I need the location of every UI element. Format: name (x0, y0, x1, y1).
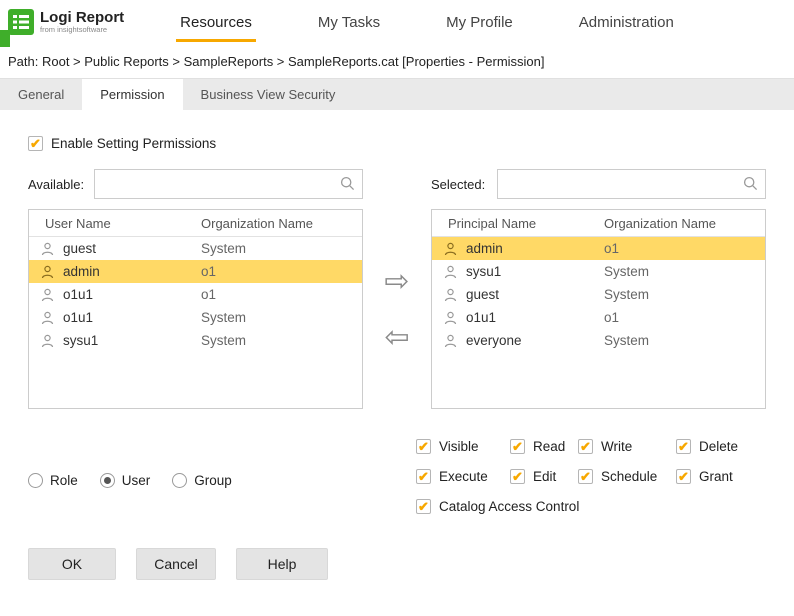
user-icon (444, 265, 460, 279)
radio-icon[interactable] (172, 473, 188, 488)
available-list-header: User Name Organization Name (29, 210, 362, 237)
help-button[interactable]: Help (236, 548, 328, 580)
transfer-arrows: ⇨ ⇦ (363, 267, 431, 409)
tab-business-view-security[interactable]: Business View Security (183, 79, 354, 110)
checkbox-icon[interactable] (578, 469, 593, 484)
principal-type-radio-group: Role User Group (28, 473, 232, 488)
user-icon (444, 334, 460, 348)
user-icon (41, 265, 57, 279)
user-icon (41, 311, 57, 325)
checkbox-grant[interactable]: Grant (676, 469, 766, 484)
list-item[interactable]: admin o1 (29, 260, 362, 283)
checkbox-schedule[interactable]: Schedule (578, 469, 676, 484)
list-item[interactable]: guest System (29, 237, 362, 260)
list-item[interactable]: sysu1 System (432, 260, 765, 283)
list-item[interactable]: o1u1 o1 (432, 306, 765, 329)
logo[interactable]: Logi Report from insightsoftware (8, 9, 124, 35)
search-icon (743, 176, 758, 191)
radio-role[interactable]: Role (28, 473, 78, 488)
checkbox-icon[interactable] (28, 136, 43, 151)
list-item[interactable]: admin o1 (432, 237, 765, 260)
cancel-button[interactable]: Cancel (136, 548, 216, 580)
checkbox-write[interactable]: Write (578, 439, 676, 454)
checkbox-execute[interactable]: Execute (416, 469, 510, 484)
available-search-input[interactable] (94, 169, 363, 199)
column-header-organization-name: Organization Name (201, 215, 313, 231)
checkbox-icon[interactable] (676, 469, 691, 484)
enable-setting-permissions-checkbox[interactable]: Enable Setting Permissions (28, 136, 216, 151)
column-header-user-name: User Name (45, 215, 111, 231)
bottom-options: Role User Group Visible Read (28, 439, 766, 514)
list-item[interactable]: o1u1 o1 (29, 283, 362, 306)
main-nav: Resources My Tasks My Profile Administra… (176, 3, 678, 42)
radio-icon[interactable] (99, 473, 115, 488)
checkbox-icon[interactable] (416, 499, 431, 514)
user-icon (41, 334, 57, 348)
checkbox-icon[interactable] (510, 469, 525, 484)
checkbox-catalog-access-control[interactable]: Catalog Access Control (416, 499, 766, 514)
left-edge-accent (0, 30, 10, 47)
column-header-principal-name: Principal Name (448, 215, 537, 231)
selected-label: Selected: (431, 176, 486, 192)
footer-buttons: OK Cancel Help (0, 548, 794, 580)
checkbox-edit[interactable]: Edit (510, 469, 578, 484)
checkbox-delete[interactable]: Delete (676, 439, 766, 454)
checkbox-icon[interactable] (578, 439, 593, 454)
available-panel: Available: User Name Organization Name g… (28, 169, 363, 409)
available-list: User Name Organization Name guest System… (28, 209, 363, 409)
checkbox-icon[interactable] (416, 439, 431, 454)
ok-button[interactable]: OK (28, 548, 116, 580)
selected-list: Principal Name Organization Name admin o… (431, 209, 766, 409)
tab-bar: General Permission Business View Securit… (0, 78, 794, 110)
top-nav-bar: Logi Report from insightsoftware Resourc… (0, 0, 794, 44)
checkbox-read[interactable]: Read (510, 439, 578, 454)
selected-panel: Selected: Principal Name Organization Na… (431, 169, 766, 409)
radio-icon[interactable] (28, 473, 43, 488)
enable-setting-permissions-label: Enable Setting Permissions (51, 136, 217, 151)
user-icon (444, 242, 460, 256)
nav-administration[interactable]: Administration (575, 3, 678, 42)
breadcrumb: Path: Root > Public Reports > SampleRepo… (8, 54, 545, 69)
move-left-icon[interactable]: ⇦ (384, 323, 409, 353)
list-item[interactable]: guest System (432, 283, 765, 306)
move-right-icon[interactable]: ⇨ (384, 267, 409, 297)
nav-resources[interactable]: Resources (176, 3, 256, 42)
search-icon (340, 176, 355, 191)
tab-permission[interactable]: Permission (82, 79, 183, 110)
permission-panel: Enable Setting Permissions Available: Us… (0, 110, 794, 514)
checkbox-visible[interactable]: Visible (416, 439, 510, 454)
user-icon (41, 288, 57, 302)
user-icon (444, 288, 460, 302)
nav-my-profile[interactable]: My Profile (442, 3, 517, 42)
selected-list-header: Principal Name Organization Name (432, 210, 765, 237)
user-icon (444, 311, 460, 325)
nav-my-tasks[interactable]: My Tasks (314, 3, 384, 42)
radio-group[interactable]: Group (172, 473, 232, 488)
available-label: Available: (28, 176, 85, 192)
user-icon (41, 242, 57, 256)
list-item[interactable]: sysu1 System (29, 329, 362, 352)
selected-search-input[interactable] (497, 169, 766, 199)
radio-user[interactable]: User (99, 473, 150, 488)
list-item[interactable]: o1u1 System (29, 306, 362, 329)
checkbox-icon[interactable] (676, 439, 691, 454)
brand-subtitle: from insightsoftware (40, 25, 108, 34)
column-header-organization-name: Organization Name (604, 215, 716, 231)
checkbox-icon[interactable] (416, 469, 431, 484)
list-item[interactable]: everyone System (432, 329, 765, 352)
checkbox-icon[interactable] (510, 439, 525, 454)
tab-general[interactable]: General (0, 79, 82, 110)
brand-name: Logi Report (40, 9, 125, 26)
logi-report-logo-icon (8, 9, 34, 35)
permission-checkbox-grid: Visible Read Write Delete Execute Edit (416, 439, 766, 514)
transfer-panels: Available: User Name Organization Name g… (28, 169, 766, 409)
